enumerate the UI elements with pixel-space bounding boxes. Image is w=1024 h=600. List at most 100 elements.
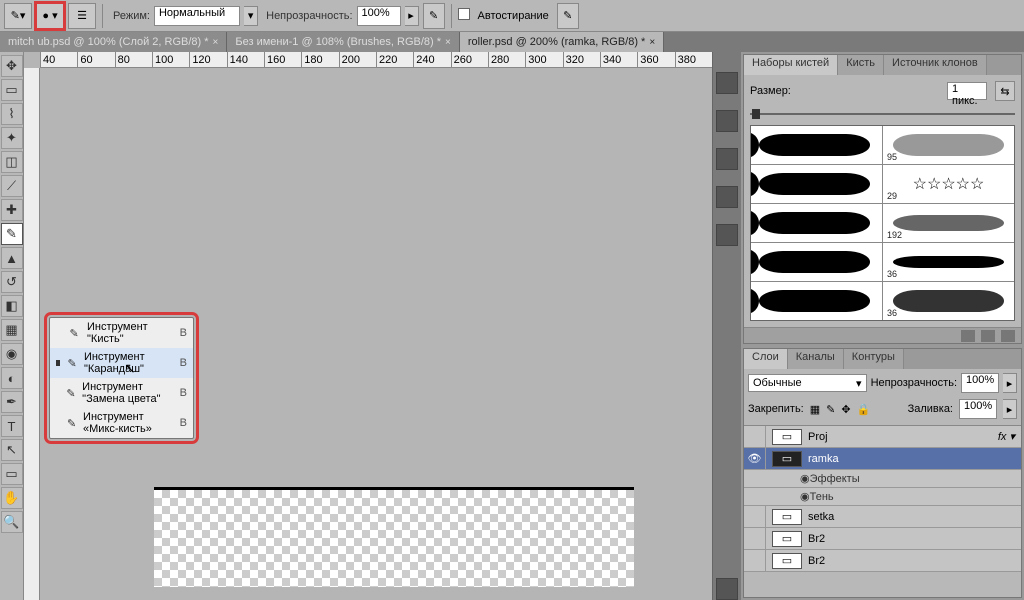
stamp-tool[interactable]: ▲ bbox=[1, 247, 23, 269]
marquee-tool[interactable]: ▭ bbox=[1, 79, 23, 101]
ruler-vertical bbox=[24, 68, 40, 600]
layer-row[interactable]: ▭ setka bbox=[744, 506, 1021, 528]
dropdown-arrow-icon[interactable]: ▾ bbox=[244, 6, 258, 26]
visibility-icon[interactable] bbox=[744, 506, 766, 527]
hand-tool[interactable]: ✋ bbox=[1, 487, 23, 509]
brush-size-input[interactable]: 1 пикс. bbox=[947, 82, 987, 100]
flyout-item-brush[interactable]: ✎ Инструмент "Кисть"B bbox=[50, 318, 193, 348]
visibility-icon[interactable] bbox=[744, 528, 766, 549]
tab-clone-source[interactable]: Источник клонов bbox=[884, 55, 987, 75]
layers-panel: Слои Каналы Контуры Обычные▾ Непрозрачно… bbox=[743, 348, 1022, 598]
lasso-tool[interactable]: ⌇ bbox=[1, 103, 23, 125]
dock-icon[interactable] bbox=[716, 148, 738, 170]
opacity-arrow-icon[interactable]: ▸ bbox=[405, 6, 419, 26]
flyout-item-color-replace[interactable]: ✎ Инструмент "Замена цвета"B bbox=[50, 378, 193, 408]
visibility-icon[interactable]: 👁 bbox=[744, 448, 766, 469]
brush-preset[interactable]: 95 bbox=[883, 126, 1014, 164]
opacity-arrow-icon[interactable]: ▸ bbox=[1003, 373, 1017, 393]
close-icon[interactable]: × bbox=[213, 37, 219, 48]
dock-icon[interactable] bbox=[716, 110, 738, 132]
dock-icon[interactable] bbox=[716, 224, 738, 246]
brush-preset[interactable] bbox=[751, 282, 882, 320]
type-tool[interactable]: T bbox=[1, 415, 23, 437]
ruler-horizontal: 4060801001201401601802002202402602803003… bbox=[40, 52, 712, 68]
close-icon[interactable]: × bbox=[445, 37, 451, 48]
delete-icon[interactable] bbox=[1001, 330, 1015, 342]
pen-tool[interactable]: ✒ bbox=[1, 391, 23, 413]
layer-row[interactable]: ▭ Proj fx ▾ bbox=[744, 426, 1021, 448]
fx-badge[interactable]: fx ▾ bbox=[998, 430, 1015, 443]
visibility-icon[interactable] bbox=[744, 426, 766, 447]
autoerase-checkbox[interactable] bbox=[458, 8, 474, 23]
document-tab[interactable]: Без имени-1 @ 108% (Brushes, RGB/8) *× bbox=[227, 32, 459, 52]
zoom-tool[interactable]: 🔍 bbox=[1, 511, 23, 533]
pressure-size-button[interactable]: ✎ bbox=[557, 3, 579, 29]
visibility-icon[interactable] bbox=[744, 550, 766, 571]
close-icon[interactable]: × bbox=[649, 37, 655, 48]
layer-effect-row[interactable]: ◉ Тень bbox=[744, 488, 1021, 506]
brush-preset[interactable]: ☆☆☆☆☆29 bbox=[883, 165, 1014, 203]
brush-preset[interactable] bbox=[751, 165, 882, 203]
history-brush-tool[interactable]: ↺ bbox=[1, 271, 23, 293]
tab-layers[interactable]: Слои bbox=[744, 349, 788, 369]
blend-mode-select[interactable]: Обычные▾ bbox=[748, 374, 867, 392]
move-tool[interactable]: ✥ bbox=[1, 55, 23, 77]
brush-size-slider[interactable] bbox=[750, 107, 1015, 121]
eyedropper-tool[interactable]: ⟋ bbox=[1, 175, 23, 197]
new-preset-icon[interactable] bbox=[981, 330, 995, 342]
dock-icon[interactable] bbox=[716, 578, 738, 600]
lock-position-icon[interactable]: ✥ bbox=[841, 403, 850, 416]
layer-row[interactable]: 👁 ▭ ramka bbox=[744, 448, 1021, 470]
pressure-opacity-button[interactable]: ✎ bbox=[423, 3, 445, 29]
dock-icon[interactable] bbox=[716, 72, 738, 94]
dodge-tool[interactable]: ◐ bbox=[1, 367, 23, 389]
panel-dock bbox=[713, 52, 741, 600]
lock-paint-icon[interactable]: ✎ bbox=[826, 403, 835, 416]
blend-mode-select[interactable]: Нормальный bbox=[154, 6, 240, 26]
canvas-content bbox=[154, 487, 634, 587]
dock-icon[interactable] bbox=[716, 186, 738, 208]
layer-effect-row[interactable]: ◉ Эффекты bbox=[744, 470, 1021, 488]
layer-row[interactable]: ▭ Br2 bbox=[744, 528, 1021, 550]
opacity-input[interactable]: 100% bbox=[357, 6, 401, 26]
brush-size-flyout-icon[interactable]: ⇆ bbox=[995, 81, 1015, 101]
tab-channels[interactable]: Каналы bbox=[788, 349, 844, 369]
flyout-item-pencil[interactable]: ✎ Инструмент "Карандаш"B bbox=[50, 348, 193, 378]
shape-tool[interactable]: ▭ bbox=[1, 463, 23, 485]
layer-row[interactable]: ▭ Br2 bbox=[744, 550, 1021, 572]
tab-brush[interactable]: Кисть bbox=[838, 55, 884, 75]
panel-menu-icon[interactable] bbox=[961, 330, 975, 342]
heal-tool[interactable]: ✚ bbox=[1, 199, 23, 221]
layer-list: ▭ Proj fx ▾ 👁 ▭ ramka ◉ Эффекты ◉ Тень bbox=[744, 426, 1021, 572]
lock-transparency-icon[interactable]: ▦ bbox=[810, 403, 820, 416]
blur-tool[interactable]: ◉ bbox=[1, 343, 23, 365]
layer-thumbnail: ▭ bbox=[772, 451, 802, 467]
eraser-tool[interactable]: ◧ bbox=[1, 295, 23, 317]
tab-brush-presets[interactable]: Наборы кистей bbox=[744, 55, 838, 75]
brush-panel-toggle[interactable]: ☰ bbox=[68, 3, 96, 29]
brush-preset[interactable]: 36 bbox=[883, 243, 1014, 281]
crop-tool[interactable]: ◫ bbox=[1, 151, 23, 173]
tab-paths[interactable]: Контуры bbox=[844, 349, 904, 369]
fill-input[interactable]: 100% bbox=[959, 399, 997, 419]
lock-all-icon[interactable]: 🔒 bbox=[857, 403, 871, 416]
brush-preset[interactable]: 36 bbox=[883, 282, 1014, 320]
document-tab[interactable]: roller.psd @ 200% (ramka, RGB/8) *× bbox=[460, 32, 664, 52]
brush-preset[interactable] bbox=[751, 126, 882, 164]
canvas-area[interactable]: 4060801001201401601802002202402602803003… bbox=[24, 52, 712, 600]
layer-opacity-label: Непрозрачность: bbox=[871, 377, 957, 389]
brush-preset[interactable] bbox=[751, 204, 882, 242]
brush-preset[interactable] bbox=[751, 243, 882, 281]
wand-tool[interactable]: ✦ bbox=[1, 127, 23, 149]
gradient-tool[interactable]: ▦ bbox=[1, 319, 23, 341]
layer-opacity-input[interactable]: 100% bbox=[961, 373, 999, 393]
brush-tool[interactable]: ✎ bbox=[1, 223, 23, 245]
flyout-item-mixer-brush[interactable]: ✎ Инструмент «Микс-кисть»B bbox=[50, 408, 193, 438]
brush-preset[interactable]: 192 bbox=[883, 204, 1014, 242]
path-tool[interactable]: ↖ bbox=[1, 439, 23, 461]
document-tab[interactable]: mitch ub.psd @ 100% (Слой 2, RGB/8) *× bbox=[0, 32, 227, 52]
fx-icon: ◉ bbox=[800, 490, 810, 503]
tool-preset-button[interactable]: ✎▾ bbox=[4, 3, 32, 29]
brush-preset-button[interactable]: ● ▾ bbox=[36, 3, 64, 29]
fill-arrow-icon[interactable]: ▸ bbox=[1003, 399, 1017, 419]
